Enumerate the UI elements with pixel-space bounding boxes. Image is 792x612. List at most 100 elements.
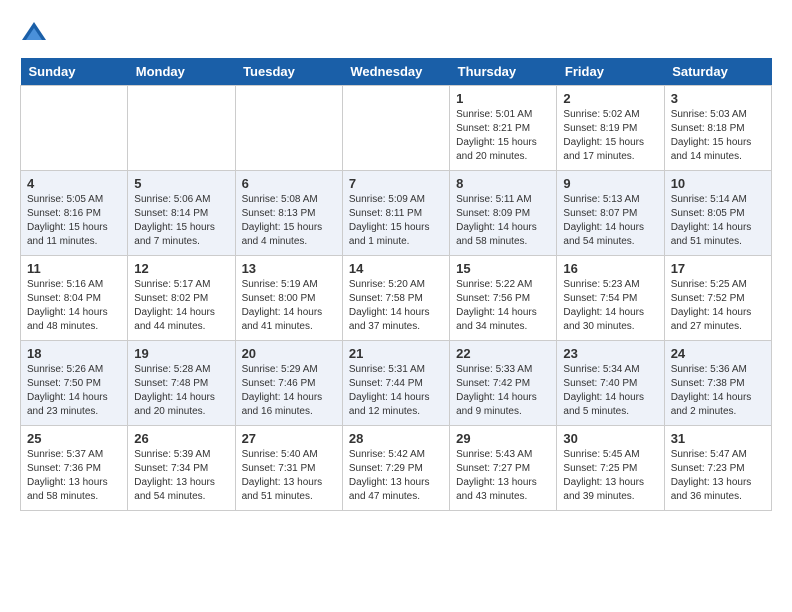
calendar-cell: 28 Sunrise: 5:42 AMSunset: 7:29 PMDayligh… [342,426,449,511]
day-number: 10 [671,176,765,191]
calendar-cell: 6 Sunrise: 5:08 AMSunset: 8:13 PMDaylight… [235,171,342,256]
day-number: 14 [349,261,443,276]
day-number: 28 [349,431,443,446]
cell-info: Sunrise: 5:26 AMSunset: 7:50 PMDaylight:… [27,363,121,419]
week-row-3: 11 Sunrise: 5:16 AMSunset: 8:04 PMDayligh… [21,256,772,341]
calendar-cell: 21 Sunrise: 5:31 AMSunset: 7:44 PMDayligh… [342,341,449,426]
day-header-thursday: Thursday [450,58,557,86]
day-number: 21 [349,346,443,361]
day-header-friday: Friday [557,58,664,86]
calendar-cell: 14 Sunrise: 5:20 AMSunset: 7:58 PMDayligh… [342,256,449,341]
day-number: 11 [27,261,121,276]
day-number: 13 [242,261,336,276]
cell-info: Sunrise: 5:05 AMSunset: 8:16 PMDaylight:… [27,193,121,249]
cell-info: Sunrise: 5:37 AMSunset: 7:36 PMDaylight:… [27,448,121,504]
cell-info: Sunrise: 5:22 AMSunset: 7:56 PMDaylight:… [456,278,550,334]
cell-info: Sunrise: 5:36 AMSunset: 7:38 PMDaylight:… [671,363,765,419]
calendar-cell: 11 Sunrise: 5:16 AMSunset: 8:04 PMDayligh… [21,256,128,341]
calendar-cell: 2 Sunrise: 5:02 AMSunset: 8:19 PMDaylight… [557,86,664,171]
calendar-cell: 15 Sunrise: 5:22 AMSunset: 7:56 PMDayligh… [450,256,557,341]
cell-info: Sunrise: 5:03 AMSunset: 8:18 PMDaylight:… [671,108,765,164]
cell-info: Sunrise: 5:39 AMSunset: 7:34 PMDaylight:… [134,448,228,504]
cell-info: Sunrise: 5:02 AMSunset: 8:19 PMDaylight:… [563,108,657,164]
cell-info: Sunrise: 5:47 AMSunset: 7:23 PMDaylight:… [671,448,765,504]
calendar-cell: 19Sunrise: 5:28 AMSunset: 7:48 PMDayligh… [128,341,235,426]
cell-info: Sunrise: 5:25 AMSunset: 7:52 PMDaylight:… [671,278,765,334]
logo-icon [20,20,48,48]
calendar-cell [342,86,449,171]
calendar-cell: 7 Sunrise: 5:09 AMSunset: 8:11 PMDaylight… [342,171,449,256]
calendar-cell: 13 Sunrise: 5:19 AMSunset: 8:00 PMDayligh… [235,256,342,341]
calendar-cell: 10 Sunrise: 5:14 AMSunset: 8:05 PMDayligh… [664,171,771,256]
cell-info: Sunrise: 5:20 AMSunset: 7:58 PMDaylight:… [349,278,443,334]
calendar-cell [235,86,342,171]
cell-info: Sunrise: 5:19 AMSunset: 8:00 PMDaylight:… [242,278,336,334]
cell-info: Sunrise: 5:45 AMSunset: 7:25 PMDaylight:… [563,448,657,504]
calendar-cell: 9Sunrise: 5:13 AMSunset: 8:07 PMDaylight… [557,171,664,256]
day-number: 6 [242,176,336,191]
cell-info: Sunrise: 5:23 AMSunset: 7:54 PMDaylight:… [563,278,657,334]
cell-info: Sunrise: 5:09 AMSunset: 8:11 PMDaylight:… [349,193,443,249]
day-header-monday: Monday [128,58,235,86]
calendar-cell: 26Sunrise: 5:39 AMSunset: 7:34 PMDayligh… [128,426,235,511]
calendar-table: SundayMondayTuesdayWednesdayThursdayFrid… [20,58,772,511]
day-number: 2 [563,91,657,106]
day-number: 27 [242,431,336,446]
logo [20,20,52,48]
cell-info: Sunrise: 5:14 AMSunset: 8:05 PMDaylight:… [671,193,765,249]
cell-info: Sunrise: 5:28 AMSunset: 7:48 PMDaylight:… [134,363,228,419]
calendar-cell: 17Sunrise: 5:25 AMSunset: 7:52 PMDayligh… [664,256,771,341]
day-number: 12 [134,261,228,276]
calendar-cell: 12 Sunrise: 5:17 AMSunset: 8:02 PMDayligh… [128,256,235,341]
day-header-saturday: Saturday [664,58,771,86]
day-number: 7 [349,176,443,191]
day-header-wednesday: Wednesday [342,58,449,86]
week-row-4: 18 Sunrise: 5:26 AMSunset: 7:50 PMDayligh… [21,341,772,426]
day-number: 9 [563,176,657,191]
page-header [20,20,772,48]
day-number: 18 [27,346,121,361]
cell-info: Sunrise: 5:34 AMSunset: 7:40 PMDaylight:… [563,363,657,419]
calendar-cell: 25 Sunrise: 5:37 AMSunset: 7:36 PMDayligh… [21,426,128,511]
day-number: 23 [563,346,657,361]
cell-info: Sunrise: 5:06 AMSunset: 8:14 PMDaylight:… [134,193,228,249]
day-number: 22 [456,346,550,361]
cell-info: Sunrise: 5:33 AMSunset: 7:42 PMDaylight:… [456,363,550,419]
day-number: 15 [456,261,550,276]
cell-info: Sunrise: 5:42 AMSunset: 7:29 PMDaylight:… [349,448,443,504]
calendar-cell: 24 Sunrise: 5:36 AMSunset: 7:38 PMDayligh… [664,341,771,426]
calendar-cell: 23 Sunrise: 5:34 AMSunset: 7:40 PMDayligh… [557,341,664,426]
cell-info: Sunrise: 5:31 AMSunset: 7:44 PMDaylight:… [349,363,443,419]
calendar-cell: 4Sunrise: 5:05 AMSunset: 8:16 PMDaylight… [21,171,128,256]
day-number: 24 [671,346,765,361]
calendar-cell: 30Sunrise: 5:45 AMSunset: 7:25 PMDayligh… [557,426,664,511]
week-row-5: 25 Sunrise: 5:37 AMSunset: 7:36 PMDayligh… [21,426,772,511]
calendar-cell [128,86,235,171]
day-header-row: SundayMondayTuesdayWednesdayThursdayFrid… [21,58,772,86]
calendar-cell: 20 Sunrise: 5:29 AMSunset: 7:46 PMDayligh… [235,341,342,426]
calendar-cell: 27 Sunrise: 5:40 AMSunset: 7:31 PMDayligh… [235,426,342,511]
week-row-2: 4Sunrise: 5:05 AMSunset: 8:16 PMDaylight… [21,171,772,256]
day-number: 8 [456,176,550,191]
day-number: 3 [671,91,765,106]
calendar-cell: 18 Sunrise: 5:26 AMSunset: 7:50 PMDayligh… [21,341,128,426]
calendar-cell: 8Sunrise: 5:11 AMSunset: 8:09 PMDaylight… [450,171,557,256]
cell-info: Sunrise: 5:43 AMSunset: 7:27 PMDaylight:… [456,448,550,504]
day-number: 1 [456,91,550,106]
calendar-cell [21,86,128,171]
cell-info: Sunrise: 5:01 AMSunset: 8:21 PMDaylight:… [456,108,550,164]
cell-info: Sunrise: 5:17 AMSunset: 8:02 PMDaylight:… [134,278,228,334]
calendar-cell: 3 Sunrise: 5:03 AMSunset: 8:18 PMDaylight… [664,86,771,171]
day-number: 25 [27,431,121,446]
day-header-sunday: Sunday [21,58,128,86]
cell-info: Sunrise: 5:16 AMSunset: 8:04 PMDaylight:… [27,278,121,334]
calendar-cell: 29 Sunrise: 5:43 AMSunset: 7:27 PMDayligh… [450,426,557,511]
cell-info: Sunrise: 5:40 AMSunset: 7:31 PMDaylight:… [242,448,336,504]
cell-info: Sunrise: 5:29 AMSunset: 7:46 PMDaylight:… [242,363,336,419]
cell-info: Sunrise: 5:08 AMSunset: 8:13 PMDaylight:… [242,193,336,249]
day-number: 20 [242,346,336,361]
calendar-cell: 1 Sunrise: 5:01 AMSunset: 8:21 PMDaylight… [450,86,557,171]
day-header-tuesday: Tuesday [235,58,342,86]
calendar-cell: 5Sunrise: 5:06 AMSunset: 8:14 PMDaylight… [128,171,235,256]
day-number: 29 [456,431,550,446]
